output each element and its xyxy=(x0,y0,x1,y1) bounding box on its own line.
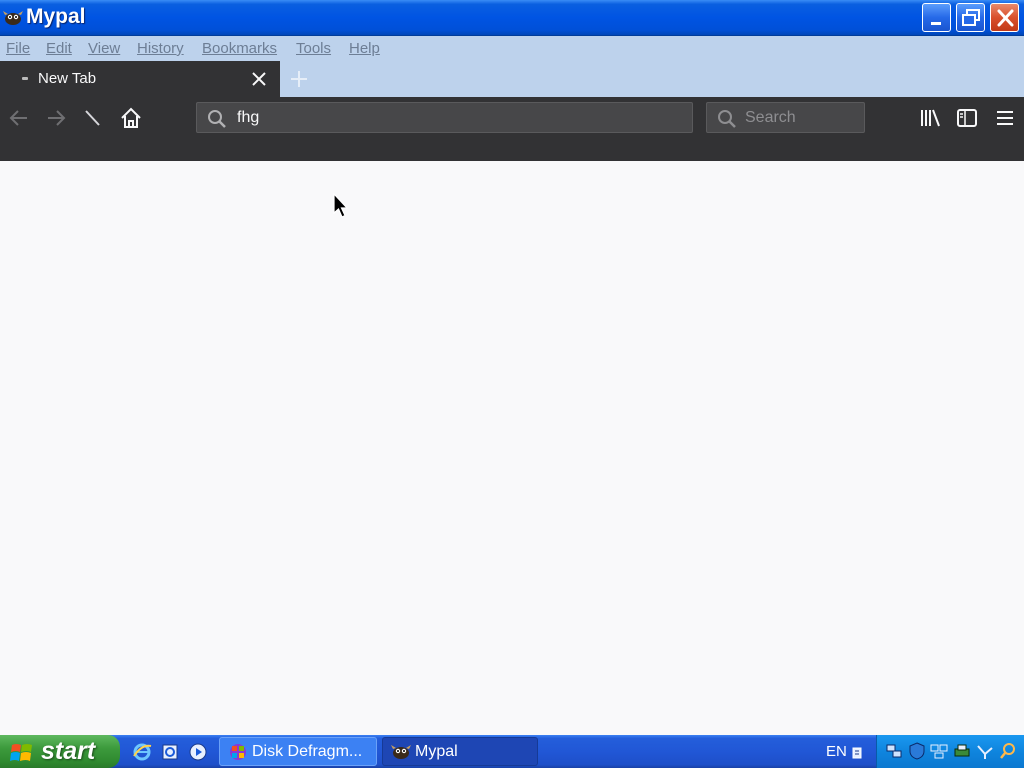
back-icon[interactable] xyxy=(7,106,31,130)
window-titlebar[interactable]: Mypal xyxy=(0,0,1024,36)
start-label: start xyxy=(41,737,96,765)
minimize-icon xyxy=(931,22,941,25)
network-icon[interactable] xyxy=(885,742,903,760)
mypal-app-icon xyxy=(3,11,23,25)
windows-logo-icon xyxy=(10,744,32,761)
close-icon xyxy=(997,9,1014,27)
task-mypal[interactable]: Mypal xyxy=(382,737,538,766)
task-disk-defragmenter[interactable]: Disk Defragm... xyxy=(219,737,377,766)
media-player-icon[interactable] xyxy=(188,742,208,762)
sidebar-icon[interactable] xyxy=(955,106,979,130)
search-placeholder: Search xyxy=(745,109,796,126)
menu-bar: File Edit View History Bookmarks Tools H… xyxy=(0,36,1024,61)
navigation-toolbar: fhg Search xyxy=(0,97,1024,161)
minimize-button[interactable] xyxy=(922,3,951,32)
tab-new-tab[interactable]: New Tab xyxy=(0,61,280,97)
close-button[interactable] xyxy=(990,3,1019,32)
window-title: Mypal xyxy=(26,5,86,28)
url-bar[interactable]: fhg xyxy=(196,102,693,133)
mouse-cursor-icon xyxy=(333,193,349,218)
url-input-value[interactable]: fhg xyxy=(237,109,259,127)
task-label: Disk Defragm... xyxy=(252,743,363,760)
menu-history[interactable]: History xyxy=(137,40,184,57)
page-content[interactable] xyxy=(0,161,1024,733)
taskbar: start Disk Defragm... Mypal EN xyxy=(0,735,1024,768)
keyboard-layout-icon[interactable] xyxy=(851,744,863,760)
reload-icon[interactable] xyxy=(81,106,105,130)
search-bar[interactable]: Search xyxy=(706,102,865,133)
menu-tools[interactable]: Tools xyxy=(296,40,331,57)
internet-explorer-icon[interactable] xyxy=(132,742,152,762)
menu-file[interactable]: File xyxy=(6,40,30,57)
outlook-express-icon[interactable] xyxy=(160,742,180,762)
restore-icon xyxy=(962,9,980,26)
security-icon[interactable] xyxy=(908,742,926,760)
menu-help[interactable]: Help xyxy=(349,40,380,57)
url-search-icon xyxy=(208,110,226,128)
home-icon[interactable] xyxy=(119,106,143,130)
connection-icon[interactable] xyxy=(976,742,994,760)
forward-icon[interactable] xyxy=(44,106,68,130)
display-icon[interactable] xyxy=(930,742,948,760)
tab-strip: New Tab xyxy=(0,61,1024,97)
menu-view[interactable]: View xyxy=(88,40,120,57)
menu-edit[interactable]: Edit xyxy=(46,40,72,57)
language-indicator[interactable]: EN xyxy=(826,743,847,760)
system-tray xyxy=(876,735,1024,768)
task-label: Mypal xyxy=(415,743,458,760)
restore-button[interactable] xyxy=(956,3,985,32)
search-icon[interactable] xyxy=(999,742,1017,760)
menu-bookmarks[interactable]: Bookmarks xyxy=(202,40,277,57)
library-icon[interactable] xyxy=(918,106,942,130)
tab-label: New Tab xyxy=(38,70,97,87)
mypal-icon xyxy=(391,745,411,759)
tab-favicon-icon xyxy=(22,77,28,80)
start-button[interactable]: start xyxy=(0,735,120,768)
menu-icon[interactable] xyxy=(993,106,1017,130)
printer-icon[interactable] xyxy=(953,742,971,760)
tab-close-icon[interactable] xyxy=(250,70,268,88)
defrag-icon xyxy=(230,744,246,760)
searchbar-search-icon xyxy=(718,110,736,128)
new-tab-plus-icon[interactable] xyxy=(289,69,309,89)
